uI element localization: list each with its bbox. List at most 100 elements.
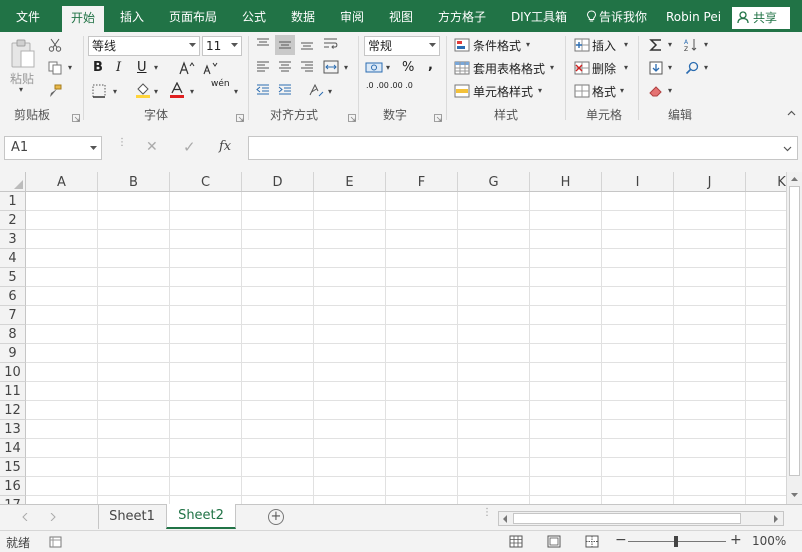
cell[interactable] [98, 382, 170, 401]
cell[interactable] [314, 192, 386, 211]
cell[interactable] [386, 287, 458, 306]
font-name-dropdown[interactable]: 等线 [88, 36, 200, 56]
cut-button[interactable] [46, 36, 64, 54]
page-layout-view-icon[interactable] [547, 535, 561, 548]
cell[interactable] [170, 192, 242, 211]
cell[interactable] [602, 211, 674, 230]
cell[interactable] [26, 496, 98, 504]
cell[interactable] [26, 249, 98, 268]
cell[interactable] [386, 211, 458, 230]
cell[interactable] [26, 477, 98, 496]
format-as-table-dropdown-arrow[interactable]: ▾ [550, 63, 554, 72]
decrease-font-size-button[interactable] [201, 60, 219, 76]
cell[interactable] [242, 458, 314, 477]
cell[interactable] [746, 496, 786, 504]
paste-dropdown-arrow[interactable]: ▾ [19, 85, 23, 94]
cell[interactable] [242, 268, 314, 287]
font-color-dropdown-arrow[interactable]: ▾ [190, 87, 194, 96]
cell[interactable] [746, 477, 786, 496]
horizontal-scroll-thumb[interactable] [513, 513, 741, 524]
cell[interactable] [170, 439, 242, 458]
cell[interactable] [26, 420, 98, 439]
cell[interactable] [314, 230, 386, 249]
wrap-text-button[interactable] [320, 35, 342, 53]
insert-cells-button[interactable]: 插入 [592, 37, 616, 54]
conditional-formatting-dropdown-arrow[interactable]: ▾ [526, 40, 530, 49]
cell[interactable] [98, 268, 170, 287]
cell[interactable] [386, 249, 458, 268]
cell[interactable] [98, 287, 170, 306]
column-header[interactable]: F [386, 172, 458, 191]
cell[interactable] [674, 268, 746, 287]
cell[interactable] [674, 306, 746, 325]
cell[interactable] [170, 230, 242, 249]
vertical-scroll-thumb[interactable] [789, 186, 800, 476]
cell[interactable] [602, 496, 674, 504]
borders-button[interactable] [90, 83, 108, 99]
format-as-table-button[interactable]: 套用表格格式 [473, 60, 545, 77]
column-header[interactable]: A [26, 172, 98, 191]
zoom-out-button[interactable]: − [615, 532, 627, 548]
cell[interactable] [746, 287, 786, 306]
add-sheet-button[interactable]: + [268, 509, 284, 525]
cell[interactable] [386, 344, 458, 363]
cell[interactable] [26, 230, 98, 249]
phonetic-guide-button[interactable]: wén [211, 79, 230, 89]
cell[interactable] [530, 382, 602, 401]
cell[interactable] [458, 382, 530, 401]
cell[interactable] [314, 382, 386, 401]
cell[interactable] [746, 192, 786, 211]
cell[interactable] [674, 249, 746, 268]
cell[interactable] [530, 268, 602, 287]
delete-cells-dropdown-arrow[interactable]: ▾ [624, 63, 628, 72]
cell[interactable] [674, 230, 746, 249]
number-format-dropdown[interactable]: 常规 [364, 36, 440, 56]
cell[interactable] [386, 192, 458, 211]
cell[interactable] [674, 344, 746, 363]
autosum-dropdown-arrow[interactable]: ▾ [668, 40, 672, 49]
merge-center-button[interactable] [320, 58, 342, 76]
cell[interactable] [746, 439, 786, 458]
orientation-dropdown-arrow[interactable]: ▾ [328, 87, 332, 96]
cell[interactable] [170, 496, 242, 504]
cell[interactable] [98, 401, 170, 420]
scroll-left-icon[interactable] [502, 515, 508, 523]
cell[interactable] [242, 230, 314, 249]
column-header[interactable]: D [242, 172, 314, 191]
decrease-indent-button[interactable] [253, 81, 273, 99]
cell[interactable] [746, 344, 786, 363]
cell[interactable] [458, 306, 530, 325]
cell[interactable] [98, 211, 170, 230]
align-middle-button[interactable] [275, 35, 295, 55]
row-header[interactable]: 5 [0, 268, 26, 287]
clear-button[interactable] [646, 82, 666, 100]
zoom-level[interactable]: 100% [752, 534, 786, 548]
cell[interactable] [458, 458, 530, 477]
cell[interactable] [242, 211, 314, 230]
tab-fangfang[interactable]: 方方格子 [430, 0, 494, 32]
cell[interactable] [746, 268, 786, 287]
cell[interactable] [746, 249, 786, 268]
cell[interactable] [386, 363, 458, 382]
phonetic-dropdown-arrow[interactable]: ▾ [234, 87, 238, 96]
tab-scroll-right-icon[interactable] [50, 513, 56, 521]
orientation-button[interactable] [306, 81, 326, 99]
cell[interactable] [530, 211, 602, 230]
cell[interactable] [26, 325, 98, 344]
cell[interactable] [674, 458, 746, 477]
cell[interactable] [602, 458, 674, 477]
cell[interactable] [458, 401, 530, 420]
cell[interactable] [170, 477, 242, 496]
cancel-edit-button[interactable]: ✕ [146, 139, 158, 155]
cell[interactable] [26, 382, 98, 401]
column-header[interactable]: K [746, 172, 786, 191]
cell[interactable] [386, 230, 458, 249]
find-select-dropdown-arrow[interactable]: ▾ [704, 63, 708, 72]
fill-color-button[interactable] [134, 81, 152, 99]
cell[interactable] [242, 401, 314, 420]
tab-data[interactable]: 数据 [284, 0, 322, 32]
row-header[interactable]: 7 [0, 306, 26, 325]
cell[interactable] [746, 306, 786, 325]
increase-indent-button[interactable] [275, 81, 295, 99]
cell[interactable] [242, 363, 314, 382]
